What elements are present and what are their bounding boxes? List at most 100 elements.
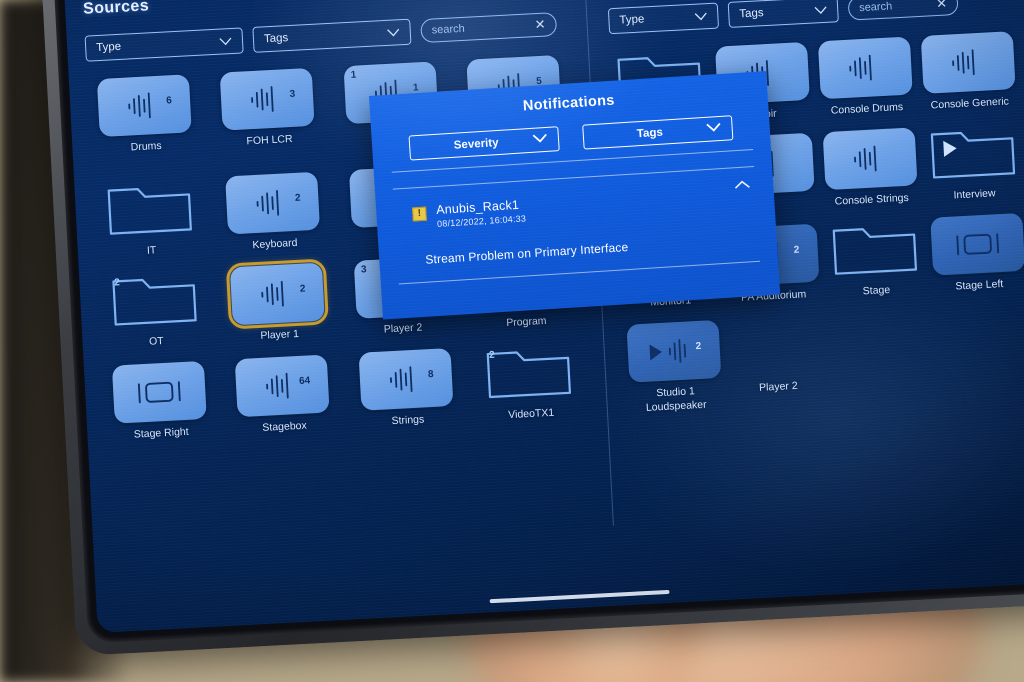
- tile-cell: Stage: [825, 218, 924, 300]
- tile-label: FOH LCR: [246, 132, 293, 148]
- tile-console-generic[interactable]: [920, 31, 1016, 94]
- tile-label: Keyboard: [252, 237, 298, 252]
- tile-badge: 2: [488, 349, 495, 361]
- tile-foh-lcr[interactable]: 3: [219, 67, 315, 131]
- tile-player-2[interactable]: [729, 315, 824, 378]
- tile-badge: 3: [360, 264, 367, 276]
- tile-label: VideoTX1: [507, 406, 555, 421]
- photo-background: Sources Type Tags search ✕ 6 Drums 3 FOH…: [0, 0, 1024, 682]
- tablet-screen: Sources Type Tags search ✕ 6 Drums 3 FOH…: [63, 0, 1024, 633]
- tile-channel-count: 2: [695, 341, 702, 353]
- tile-cell: 2 Player 1: [220, 258, 335, 345]
- tile-stagebox[interactable]: 64: [234, 353, 330, 417]
- tile-cell: 2 Keyboard: [216, 171, 331, 254]
- destinations-tags-dropdown[interactable]: Tags: [727, 0, 839, 28]
- tile-label: Stage Left: [955, 278, 1004, 293]
- notifications-tags-label: Tags: [636, 126, 664, 140]
- tile-cell: IT: [92, 178, 207, 261]
- close-icon[interactable]: ✕: [534, 17, 546, 34]
- notifications-dialog: Notifications Severity Tags ! Anubis_Rac…: [368, 71, 781, 320]
- tile-studio-1-loudspeaker[interactable]: 2: [625, 320, 721, 384]
- tile-cell: Stage Right: [102, 360, 217, 443]
- tile-interview[interactable]: [925, 122, 1020, 185]
- tile-channel-count: 6: [165, 95, 173, 107]
- sources-tags-label: Tags: [263, 32, 289, 46]
- tile-cell: 6 Drums: [87, 74, 203, 170]
- tile-cell: 3 FOH LCR: [210, 67, 326, 163]
- tile-cell: 2 Studio 1 Loudspeaker: [624, 320, 724, 415]
- tile-label: Player 2: [383, 321, 423, 336]
- list-item[interactable]: ! Anubis_Rack1 08/12/2022, 16:04:33: [393, 175, 757, 236]
- sources-type-dropdown[interactable]: Type: [84, 27, 244, 62]
- tile-videotx1[interactable]: 2: [482, 341, 577, 404]
- tile-player-1[interactable]: 2: [226, 258, 330, 331]
- tile-label: Studio 1 Loudspeaker: [645, 385, 707, 414]
- tile-label: Player 2: [758, 380, 798, 395]
- destinations-search-field[interactable]: search ✕: [847, 0, 959, 21]
- tile-cell: Interview: [923, 122, 1022, 204]
- close-icon[interactable]: ✕: [936, 0, 948, 12]
- tile-label: Console Generic: [930, 95, 1010, 112]
- chevron-down-icon: [705, 122, 722, 136]
- tile-label: Player 1: [260, 328, 300, 343]
- tile-label: Strings: [391, 412, 425, 427]
- tile-label: Stage: [862, 284, 891, 298]
- severity-dropdown[interactable]: Severity: [408, 126, 560, 161]
- notifications-filters: Severity Tags: [390, 114, 753, 162]
- destinations-type-dropdown[interactable]: Type: [607, 2, 720, 35]
- notifications-tags-dropdown[interactable]: Tags: [582, 115, 734, 150]
- chevron-down-icon: [814, 6, 827, 15]
- chevron-down-icon: [219, 37, 232, 46]
- tile-it[interactable]: [102, 178, 197, 241]
- destinations-tags-label: Tags: [739, 7, 764, 21]
- destinations-filters: Type Tags search ✕: [607, 0, 1017, 35]
- chevron-down-icon: [532, 133, 549, 147]
- tile-channel-count: 3: [289, 88, 296, 101]
- destinations-type-label: Type: [619, 13, 645, 27]
- tile-channel-count: 8: [427, 368, 434, 380]
- tile-label: Console Drums: [830, 100, 904, 117]
- tile-stage-right[interactable]: [111, 360, 207, 424]
- tile-drums[interactable]: 6: [96, 74, 192, 138]
- tile-channel-count: 2: [299, 283, 306, 296]
- notification-message: Stream Problem on Primary Interface: [424, 240, 629, 267]
- tile-cell: Stage Left: [928, 213, 1024, 295]
- tile-cell: Console Generic: [919, 31, 1018, 113]
- tile-stage[interactable]: [827, 219, 922, 282]
- tile-console-strings[interactable]: [822, 127, 918, 191]
- tile-label: IT: [146, 244, 157, 257]
- tile-label: Program: [505, 315, 547, 330]
- tile-cell: Player 2: [727, 315, 827, 410]
- chevron-up-icon[interactable]: [733, 177, 752, 192]
- sources-filters: Type Tags search ✕: [84, 10, 572, 62]
- tile-cell: Console Strings: [821, 127, 920, 209]
- tile-label: OT: [148, 335, 165, 349]
- tile-stage-left[interactable]: [929, 213, 1024, 276]
- destinations-search-placeholder: search: [858, 0, 893, 15]
- tile-label: Drums: [130, 139, 162, 154]
- sources-tags-dropdown[interactable]: Tags: [252, 18, 412, 53]
- tile-channel-count: 2: [294, 192, 301, 205]
- tile-console-drums[interactable]: [817, 36, 913, 100]
- tablet-device: Sources Type Tags search ✕ 6 Drums 3 FOH…: [40, 0, 1024, 656]
- tile-label: Stagebox: [262, 419, 307, 434]
- tile-ot[interactable]: 2: [107, 269, 202, 332]
- chevron-down-icon: [387, 28, 400, 37]
- tile-cell: Console Drums: [816, 36, 915, 118]
- tile-label: Stage Right: [133, 425, 189, 441]
- sources-title: Sources: [82, 0, 150, 18]
- notification-list: ! Anubis_Rack1 08/12/2022, 16:04:33 Stre…: [393, 175, 761, 285]
- tile-strings[interactable]: 8: [358, 347, 454, 411]
- tile-keyboard[interactable]: 2: [225, 171, 321, 235]
- warning-icon: !: [412, 206, 427, 222]
- tile-label: Interview: [953, 187, 996, 202]
- tile-cell: 8 Strings: [349, 347, 464, 430]
- sources-type-label: Type: [95, 40, 122, 55]
- sources-search-field[interactable]: search ✕: [420, 12, 558, 44]
- tile-channel-count: 2: [793, 244, 800, 257]
- tile-badge: 2: [114, 277, 121, 289]
- tile-badge: 1: [350, 69, 357, 81]
- tile-cell: 64 Stagebox: [225, 353, 340, 436]
- tile-label: Console Strings: [834, 191, 910, 208]
- chevron-down-icon: [694, 12, 707, 21]
